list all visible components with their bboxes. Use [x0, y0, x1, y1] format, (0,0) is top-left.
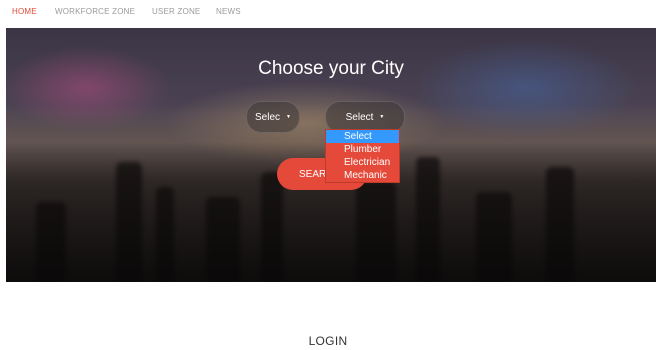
dropdown-option-electrician[interactable]: Electrician [326, 156, 399, 169]
hero-title: Choose your City [258, 58, 404, 79]
login-heading: LOGIN [308, 334, 348, 348]
service-select-value: Select [345, 111, 374, 123]
nav-user-zone[interactable]: USER ZONE [152, 7, 200, 16]
dropdown-option-select[interactable]: Select [326, 130, 399, 143]
nav-home[interactable]: HOME [12, 7, 37, 16]
city-select-value: Selec [255, 111, 281, 123]
nav-news[interactable]: NEWS [216, 7, 241, 16]
dropdown-option-plumber[interactable]: Plumber [326, 143, 399, 156]
caret-down-icon: ▼ [286, 114, 291, 120]
city-select[interactable]: Selec ▼ [246, 101, 300, 133]
hero-banner: Choose your City Selec ▼ Select ▼ SEAR S… [6, 28, 656, 282]
search-button-label: SEAR [299, 168, 327, 180]
service-dropdown-list: Select Plumber Electrician Mechanic [325, 129, 400, 183]
nav-workforce-zone[interactable]: WORKFORCE ZONE [55, 7, 135, 16]
top-navigation: HOME WORKFORCE ZONE USER ZONE NEWS [0, 0, 656, 26]
caret-down-icon: ▼ [379, 114, 385, 120]
dropdown-option-mechanic[interactable]: Mechanic [326, 169, 399, 182]
